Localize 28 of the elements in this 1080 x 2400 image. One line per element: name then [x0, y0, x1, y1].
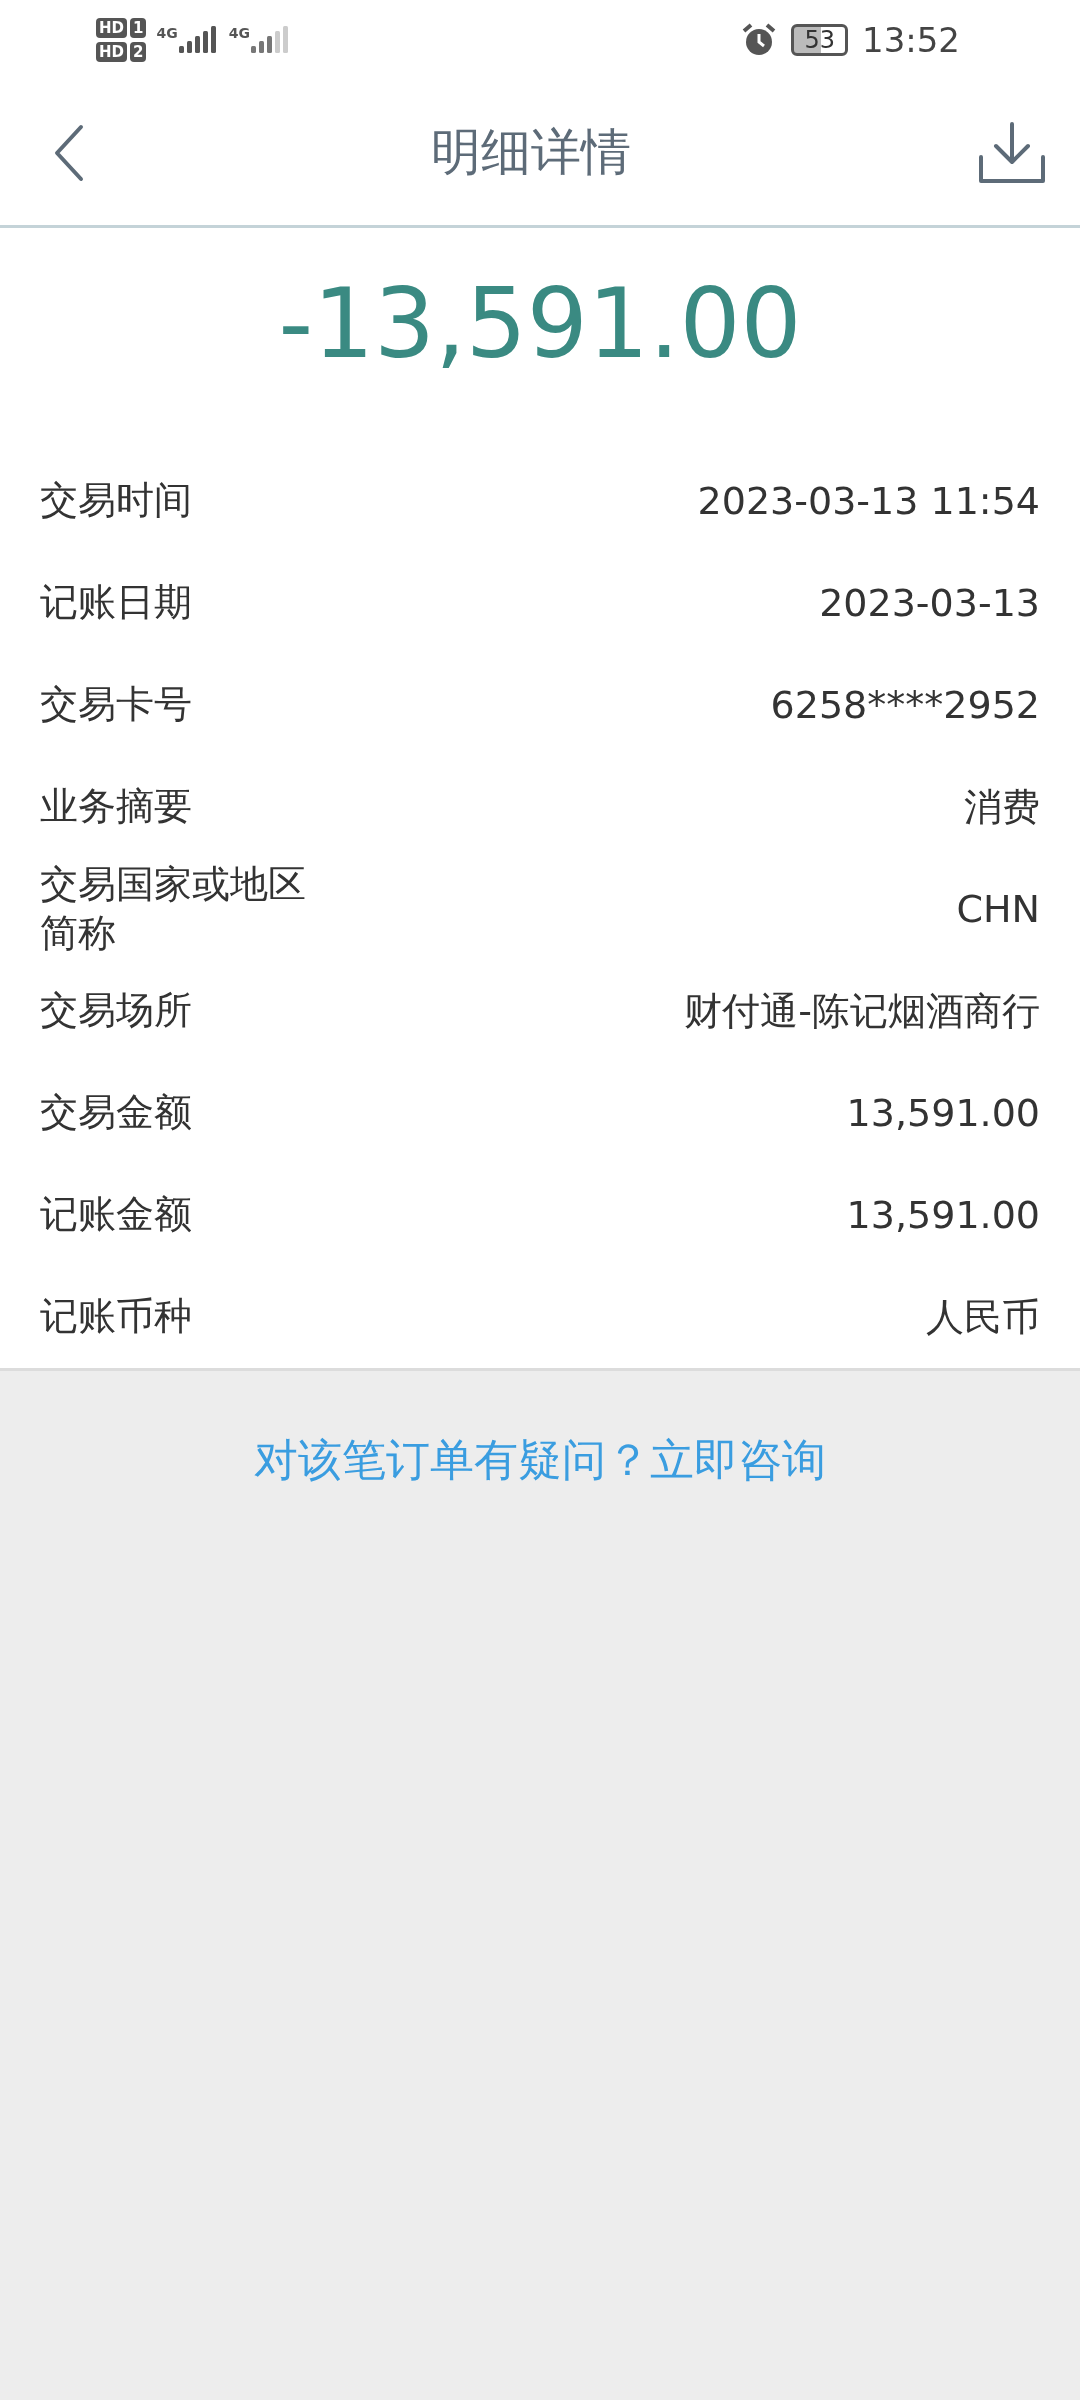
back-icon [54, 123, 84, 182]
network-label: 4G [228, 25, 250, 41]
detail-label: 记账币种 [40, 1293, 193, 1341]
detail-value: 消费 [964, 783, 1040, 831]
detail-label: 记账日期 [40, 579, 193, 627]
detail-label: 交易场所 [40, 987, 193, 1035]
detail-label: 业务摘要 [40, 783, 193, 831]
detail-label: 交易国家或地区简称 [40, 860, 307, 957]
detail-value: 2023-03-13 11:54 [697, 479, 1040, 523]
detail-value: 财付通-陈记烟酒商行 [684, 987, 1040, 1035]
download-icon [978, 120, 1046, 185]
detail-value: 2023-03-13 [819, 581, 1040, 625]
detail-value: 6258****2952 [770, 683, 1040, 727]
detail-label: 记账金额 [40, 1191, 193, 1239]
inquiry-link[interactable]: 对该笔订单有疑问？立即咨询 [254, 1431, 826, 1490]
detail-value: CHN [956, 887, 1040, 931]
detail-label: 交易时间 [40, 477, 193, 525]
detail-value: 13,591.00 [846, 1091, 1040, 1135]
transaction-amount: -13,591.00 [277, 268, 803, 380]
detail-value: 人民币 [926, 1293, 1040, 1341]
alarm-icon [741, 22, 778, 58]
page-title: 明细详情 [431, 122, 631, 183]
detail-label: 交易金额 [40, 1089, 193, 1137]
network-label: 4G [156, 25, 178, 41]
battery-icon: 53 [791, 24, 848, 56]
detail-label: 交易卡号 [40, 681, 193, 729]
detail-value: 13,591.00 [846, 1193, 1040, 1237]
clock: 13:52 [862, 20, 960, 60]
